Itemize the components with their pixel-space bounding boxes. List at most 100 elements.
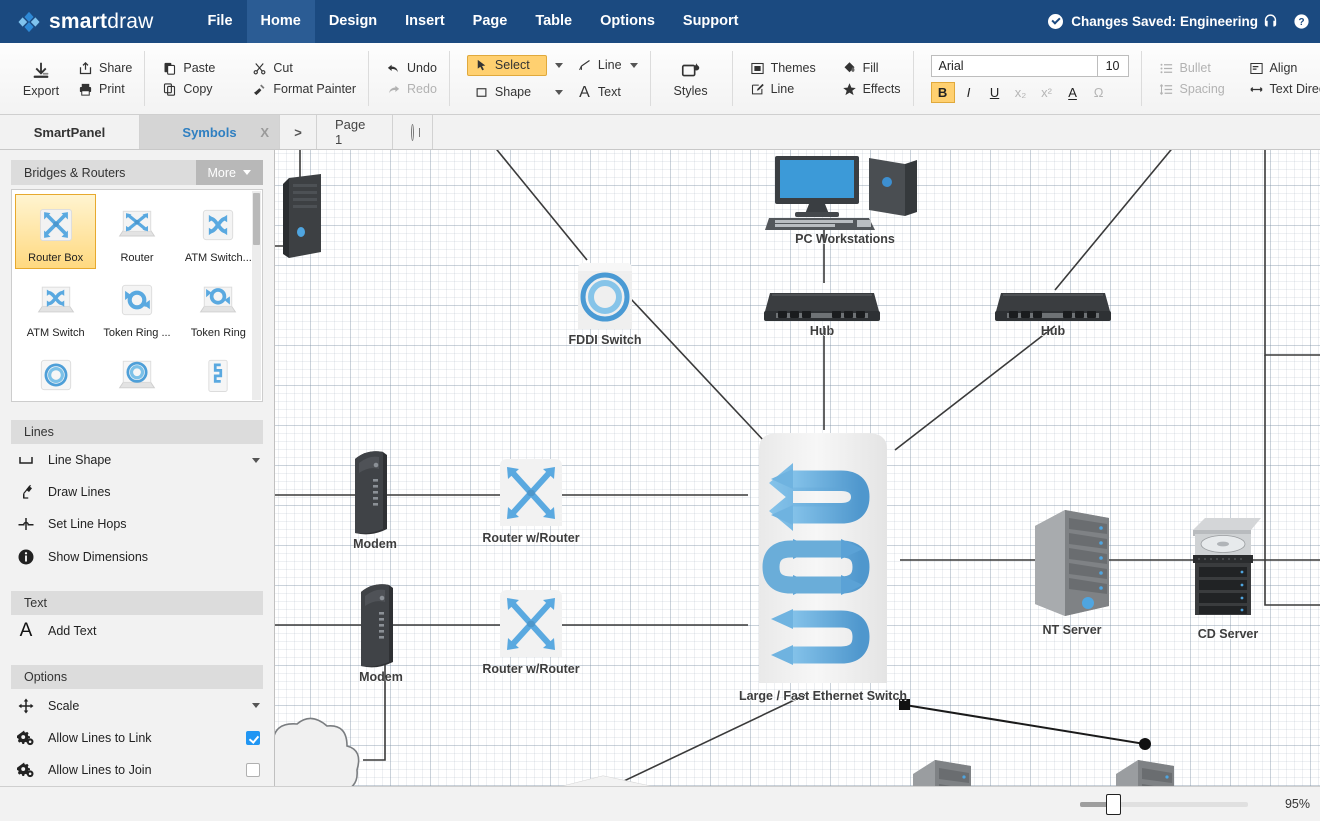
allow-lines-to-link-checkbox[interactable] [246,731,260,745]
symbol-token-ring-box[interactable]: Token Ring ... [96,269,177,344]
format-row-1: Themes Fill [750,61,901,76]
node-cloud[interactable] [275,716,373,786]
move-arrows-icon [17,697,35,715]
sidebar-item-allow-lines-to-link[interactable]: Allow Lines to Link [0,722,274,754]
question-circle-icon[interactable]: ? [1293,13,1310,30]
chevron-down-icon[interactable] [252,458,260,463]
text-direction-button[interactable]: Text Direction [1249,82,1320,97]
menu-item-insert[interactable]: Insert [391,0,459,43]
select-tool-button[interactable]: Select [467,55,547,76]
symbol-button[interactable]: Ω [1087,82,1111,103]
bold-button[interactable]: B [931,82,955,103]
themes-button[interactable]: Themes [750,61,826,76]
format-column: Themes Fill Line Effects [750,61,901,97]
tab-overflow-arrow[interactable]: > [280,115,317,149]
paste-button[interactable]: Paste [162,61,236,76]
format-painter-button[interactable]: Format Painter [252,82,356,97]
italic-button[interactable]: I [957,82,981,103]
symbol-token-ring[interactable]: Token Ring [178,269,259,344]
fill-button[interactable]: Fill [842,61,879,76]
node-fddi-switch[interactable]: FDDI Switch [572,261,638,347]
spacing-button[interactable]: Spacing [1159,82,1233,97]
sidebar-item-set-line-hops[interactable]: Set Line Hops [0,508,274,540]
print-button[interactable]: Print [78,82,132,97]
tab-smartpanel[interactable]: SmartPanel [0,115,140,149]
menu-item-options[interactable]: Options [586,0,669,43]
symbol-router-box[interactable]: Router Box [15,194,96,269]
tab-page-1[interactable]: Page 1 [317,115,393,149]
node-ethernet-switch[interactable]: Large / Fast Ethernet Switch [745,431,901,709]
line-dropdown-caret-icon[interactable] [630,63,638,68]
sidebar-item-add-text[interactable]: A Add Text [0,615,274,647]
bullet-button[interactable]: Bullet [1159,61,1233,76]
menu-item-home[interactable]: Home [247,0,315,43]
font-size-input[interactable]: 10 [1097,55,1129,77]
undo-label: Undo [407,61,437,75]
diagram-canvas-area[interactable]: PC Workstations FDDI Switch [275,150,1320,786]
sidebar-item-scale[interactable]: Scale [0,689,274,721]
sidebar-item-allow-lines-to-join[interactable]: Allow Lines to Join [0,754,274,786]
align-button[interactable]: Align [1249,61,1298,76]
node-router-2[interactable]: Router w/Router [494,587,568,681]
add-page-button[interactable] [393,115,433,149]
gears-icon [17,729,35,747]
undo-button[interactable]: Undo [386,61,437,76]
node-modem-1[interactable]: Modem [349,449,401,551]
redo-button[interactable]: Redo [386,82,437,97]
node-bottom-server-1[interactable] [909,756,975,786]
superscript-button[interactable]: x² [1035,82,1059,103]
node-tower-pc[interactable] [283,170,327,260]
node-router-1[interactable]: Router w/Router [494,456,568,550]
node-hub-2[interactable]: Hub [993,289,1113,337]
zoom-control[interactable]: 95% [1080,797,1310,811]
node-pc-workstations[interactable]: PC Workstations [765,154,925,246]
symbol-fddi-flat[interactable] [15,344,96,402]
node-modem-2[interactable]: Modem [355,582,407,684]
zoom-slider-track[interactable] [1080,802,1248,807]
node-cd-server[interactable]: CD Server [1189,512,1267,634]
allow-lines-to-join-checkbox[interactable] [246,763,260,777]
sidebar-item-draw-lines[interactable]: Draw Lines [0,476,274,508]
cut-button[interactable]: Cut [252,61,292,76]
headset-icon[interactable] [1262,13,1279,30]
shape-tool-button[interactable]: Shape [467,82,547,103]
menu-item-page[interactable]: Page [459,0,522,43]
share-button[interactable]: Share [78,61,132,76]
menu-item-table[interactable]: Table [521,0,586,43]
menu-item-support[interactable]: Support [669,0,753,43]
menu-item-design[interactable]: Design [315,0,391,43]
symbol-fddi[interactable] [96,344,177,402]
menu-item-file[interactable]: File [194,0,247,43]
symbol-bridge[interactable] [178,344,259,402]
node-bottom-server-2[interactable] [1112,756,1178,786]
line-style-button[interactable]: Line [750,82,826,97]
sidebar-item-line-shape[interactable]: Line Shape [0,444,274,476]
scrollbar-thumb[interactable] [253,193,260,245]
node-nt-server[interactable]: NT Server [1027,506,1117,636]
chevron-down-icon[interactable] [252,703,260,708]
sidebar-item-show-dimensions[interactable]: Show Dimensions [0,541,274,573]
effects-button[interactable]: Effects [842,82,901,97]
tab-symbols[interactable]: Symbols X [140,115,280,149]
export-button[interactable]: Export [12,60,70,98]
select-dropdown-caret-icon[interactable] [555,63,563,68]
paragraph-row-2: Spacing Text Direction [1159,82,1320,97]
symbol-atm-switch-box[interactable]: ATM Switch... [178,194,259,269]
node-hub-1[interactable]: Hub [762,289,882,337]
line-tool-button[interactable]: Line [577,58,638,73]
zoom-slider-knob[interactable] [1106,794,1121,815]
font-family-input[interactable]: Arial [931,55,1097,77]
close-icon[interactable]: X [260,125,269,140]
more-button[interactable]: More [196,160,263,185]
node-tray-platform[interactable] [485,770,715,786]
text-tool-button[interactable]: A Text [577,85,621,100]
subscript-button[interactable]: x₂ [1009,82,1033,103]
styles-button[interactable]: Styles [662,60,720,98]
symbol-atm-switch[interactable]: ATM Switch [15,269,96,344]
font-color-button[interactable]: A [1061,82,1085,103]
shape-dropdown-caret-icon[interactable] [555,90,563,95]
symbol-grid-scrollbar[interactable] [252,191,261,400]
underline-button[interactable]: U [983,82,1007,103]
symbol-router[interactable]: Router [96,194,177,269]
copy-button[interactable]: Copy [162,82,236,97]
